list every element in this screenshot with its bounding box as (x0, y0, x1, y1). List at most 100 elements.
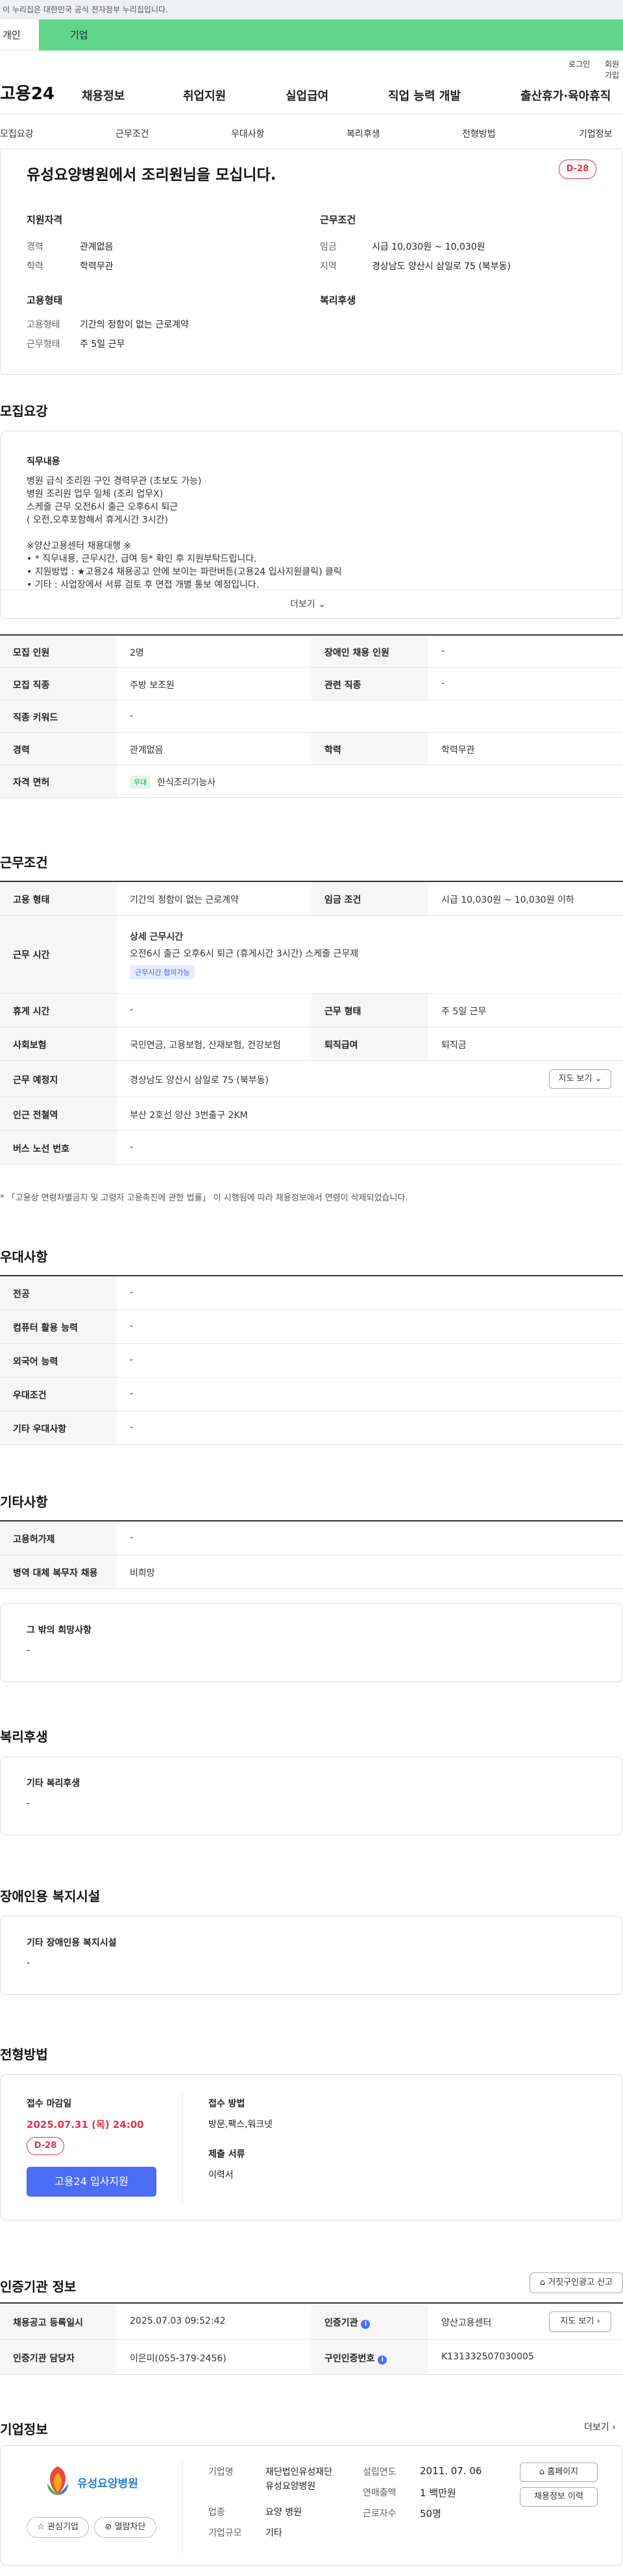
table-row: 우대조건 - (0, 1377, 623, 1411)
apply-button[interactable]: 고용24 입사지원 (27, 2167, 156, 2197)
homepage-button[interactable]: ⌂ 홈페이지 (520, 2463, 598, 2482)
job-description-card: 직무내용 병원 급식 조리원 구인 경력무관 (초보도 가능) 병원 조리원 업… (0, 431, 623, 619)
house-icon: ⌂ (539, 2278, 546, 2287)
table-header-cell: 채용공고 등록일시 (13, 2318, 83, 2328)
table-header-cell: 근무 시간 (13, 950, 50, 960)
info-icon[interactable]: i (378, 2355, 387, 2365)
section-title-agency: 인증기관 정보 (0, 2279, 77, 2295)
desc-line: • 지원방법 : ★고용24 채용공고 안에 보이는 파란버튼(고용24 입사지… (27, 567, 342, 577)
cond-heading: 근무조건 (320, 214, 356, 226)
table-cell: 2명 (130, 648, 144, 658)
gnb-menu-leave[interactable]: 출산휴가·육아휴직 (520, 87, 611, 104)
table-cell: 국민연금, 고용보험, 산재보험, 건강보험 (130, 1040, 281, 1051)
desc-line: • 기타 : 사업장에서 서류 검토 후 면접 개별 통보 예정입니다. (27, 580, 260, 590)
box-value: - (27, 1645, 31, 1656)
emp-key: 근무형태 (27, 339, 60, 350)
company-key: 설립연도 (363, 2467, 397, 2477)
subnav-work[interactable]: 근무조건 (116, 127, 149, 140)
desc-heading: 직무내용 (27, 457, 60, 467)
deadline-value: 2025.07.31 (목) 24:00 (27, 2119, 144, 2130)
table-header-cell: 장애인 채용 인원 (324, 648, 389, 658)
table-row: 병역 대체 복무자 채용 비희망 (0, 1555, 623, 1589)
cond-value: 경상남도 양산시 삼일로 75 (북부동) (372, 261, 511, 272)
work-time-heading: 상세 근무시간 (130, 932, 184, 942)
recruit-table: 모집 인원 2명 장애인 채용 인원 - 모집 직종 주방 보조원 관련 직종 … (0, 634, 623, 798)
gnb-menu-jobs[interactable]: 채용정보 (82, 87, 125, 104)
subnav-selection[interactable]: 전형방법 (462, 127, 496, 140)
gov-banner: 이 누리집은 대한민국 공식 전자정부 누리집입니다. (0, 0, 623, 19)
selection-card: 접수 마감일 2025.07.31 (목) 24:00 D-28 고용24 입사… (0, 2074, 623, 2221)
tab-personal[interactable]: 개인 (0, 19, 39, 51)
subnav-pref[interactable]: 우대사항 (231, 127, 265, 140)
table-row: 인근 전철역 부산 2호선 양산 3번출구 2KM (0, 1097, 623, 1131)
table-header-cell: 임금 조건 (324, 895, 361, 905)
gnb-menu-training[interactable]: 직업 능력 개발 (388, 87, 461, 104)
desc-line: 스케줄 근무 오전6시 출근 오후6시 퇴근 (27, 502, 178, 512)
table-header-cell: 학력 (324, 745, 341, 756)
desc-line: 병원 급식 조리원 구인 경력무관 (초보도 가능) (27, 476, 202, 486)
table-cell: 기간의 정함이 없는 근로계약 (130, 895, 239, 905)
table-cell: - (130, 1321, 134, 1331)
table-row: 버스 노선 번호 - (0, 1131, 623, 1165)
box-heading: 기타 장애인용 복지시설 (27, 1938, 117, 1948)
header-label: 인증기관 (324, 2318, 358, 2328)
report-fake-ad-button[interactable]: ⌂ 거짓구인광고 신고 (530, 2272, 623, 2293)
qual-value: 관계없음 (80, 242, 114, 252)
site-logo[interactable]: 고용24 (0, 80, 55, 104)
table-header-cell: 인근 전철역 (13, 1110, 58, 1121)
agency-map-button[interactable]: 지도 보기 › (549, 2311, 611, 2332)
table-cell: 한식조리기능사 (157, 778, 216, 788)
desc-line: 병원 조리원 업무 일체 (조리 업무X) (27, 489, 164, 499)
gnb-menu-benefit[interactable]: 실업급여 (286, 87, 328, 104)
desc-line: ( 오전,오후포함해서 휴게시간 3시간) (27, 515, 168, 525)
emp-value: 기간의 정함이 없는 근로계약 (80, 320, 189, 330)
gnb-menu-support[interactable]: 취업지원 (183, 87, 226, 104)
subnav-welfare[interactable]: 복리후생 (347, 127, 380, 140)
table-row: 기타 우대사항 - (0, 1411, 623, 1445)
favorite-company-button[interactable]: ☆ 관심기업 (27, 2517, 89, 2538)
box-value: - (27, 1958, 31, 1968)
job-summary-card: 유성요양병원에서 조리원님을 모십니다. D-28 지원자격 경력 관계없음 학… (0, 150, 623, 375)
table-cell: - (441, 646, 445, 656)
box-heading: 기타 복리후생 (27, 1778, 80, 1789)
qual-heading: 지원자격 (27, 214, 63, 226)
chevron-down-icon: ⌄ (318, 599, 326, 610)
table-cell: - (130, 1142, 134, 1152)
desc-line: • * 직무내용, 근무시간, 급여 등* 확인 후 지원부탁드립니다. (27, 554, 257, 564)
age-law-note: * 「고용상 연령차별금지 및 고령자 고용촉진에 관한 법률」 이 시행됨에 … (0, 1193, 408, 1203)
table-header-cell: 퇴직급여 (324, 1040, 358, 1051)
tab-company[interactable]: 기업 (39, 19, 623, 51)
block-view-button[interactable]: ⊘ 열람차단 (94, 2517, 156, 2538)
map-view-button[interactable]: 지도 보기 ⌄ (549, 1069, 611, 1089)
table-header-cell: 기타 우대사항 (13, 1424, 67, 1435)
more-button[interactable]: 더보기 ⌄ (290, 597, 326, 610)
table-row: 경력 관계없음 학력 학력무관 (0, 733, 623, 765)
table-cell: 오전6시 출근 오후6시 퇴근 (휴게시간 3시간) 스케줄 근무제 (130, 949, 359, 959)
welfare-box: 기타 복리후생 - (0, 1756, 623, 1835)
table-header-cell: 우대조건 (13, 1390, 47, 1401)
chevron-right-icon: › (612, 2422, 616, 2433)
section-title-etc: 기타사항 (0, 1494, 48, 1510)
login-link[interactable]: 로그인 (568, 58, 590, 69)
section-title-work: 근무조건 (0, 855, 48, 870)
table-header-cell: 인증기관 i (324, 2316, 371, 2329)
table-row: 채용공고 등록일시 2025.07.03 09:52:42 인증기관 i 양산고… (0, 2304, 623, 2340)
table-header-cell: 컴퓨터 활용 능력 (13, 1323, 78, 1333)
section-title-selection: 전형방법 (0, 2047, 48, 2062)
block-label: 열람차단 (114, 2522, 146, 2532)
etc-hope-box: 그 밖의 희망사항 - (0, 1603, 623, 1682)
global-nav: 고용24 채용정보 취업지원 실업급여 직업 능력 개발 출산휴가·육아휴직 (0, 74, 623, 114)
table-row: 전공 - (0, 1276, 623, 1310)
table-row: 모집 직종 주방 보조원 관련 직종 - (0, 668, 623, 700)
dday-badge: D-28 (559, 160, 596, 179)
table-header-cell: 관련 직종 (324, 680, 361, 691)
qual-key: 학력 (27, 261, 43, 272)
job-history-button[interactable]: 채용정보 이력 (520, 2487, 598, 2507)
subnav-company[interactable]: 기업정보 (579, 127, 613, 140)
info-icon[interactable]: i (361, 2320, 371, 2329)
company-key: 근로자수 (363, 2509, 397, 2519)
table-row: 컴퓨터 활용 능력 - (0, 1310, 623, 1344)
company-more-link[interactable]: 더보기 › (584, 2420, 616, 2433)
table-header-cell: 전공 (13, 1289, 30, 1300)
subnav-recruit[interactable]: 모집요강 (0, 127, 34, 140)
